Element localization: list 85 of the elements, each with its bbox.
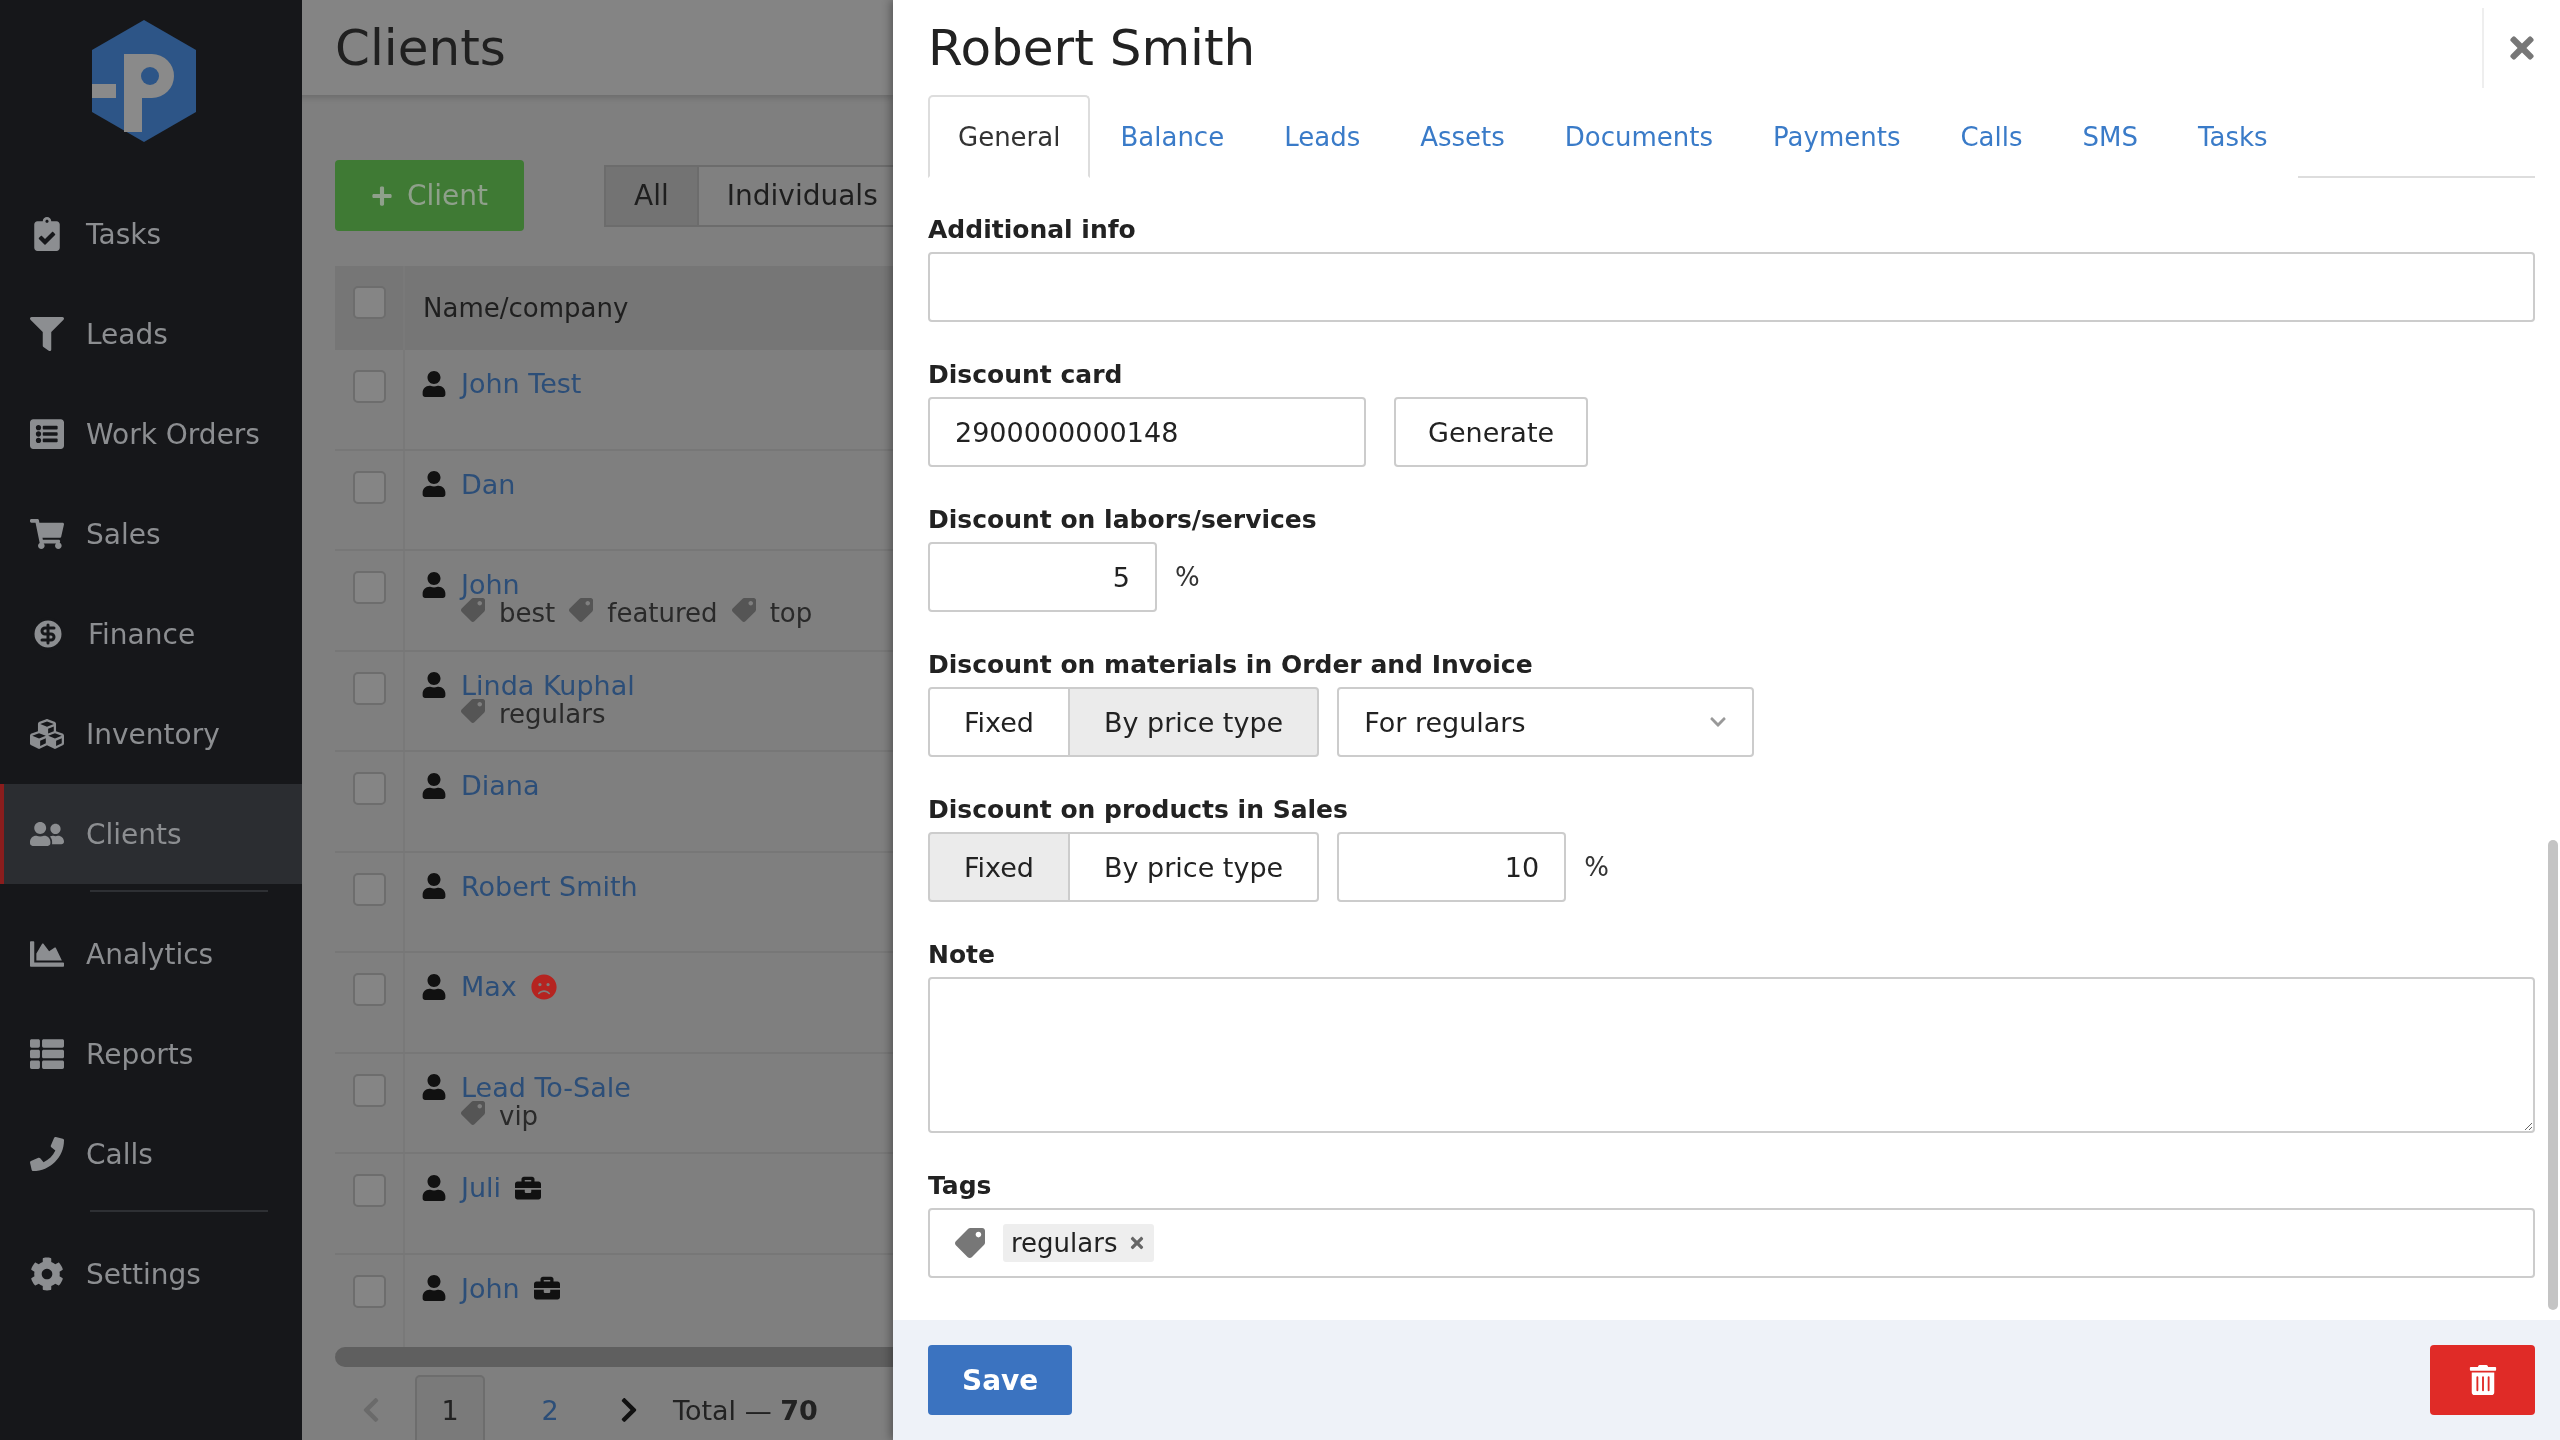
input-field[interactable]: 5 bbox=[928, 542, 1157, 612]
delete-button[interactable] bbox=[2430, 1345, 2535, 1415]
tag-icon bbox=[461, 1100, 485, 1125]
field-label: Tags bbox=[928, 1170, 993, 1202]
sidebar-item[interactable]: Inventory bbox=[0, 684, 302, 784]
sidebar-item[interactable]: Analytics bbox=[0, 904, 302, 1004]
grid-icon bbox=[30, 1037, 64, 1071]
checkbox[interactable] bbox=[352, 973, 386, 1006]
tag-icon bbox=[461, 598, 485, 622]
checkbox[interactable] bbox=[352, 470, 386, 504]
tag-label: featured bbox=[607, 598, 718, 628]
person-icon bbox=[421, 973, 447, 1000]
tag-chip[interactable]: regulars bbox=[1003, 1224, 1154, 1262]
unit-label: % bbox=[1175, 562, 1200, 592]
tag-label: best bbox=[499, 598, 556, 628]
filter-tab[interactable]: All bbox=[604, 164, 699, 227]
note-field[interactable] bbox=[928, 977, 2535, 1133]
person-icon bbox=[421, 1074, 447, 1100]
mode-toggle[interactable]: By price type bbox=[1067, 687, 1320, 757]
page-title: Clients bbox=[335, 18, 506, 77]
list-icon bbox=[30, 417, 64, 451]
tag-icon bbox=[569, 598, 594, 622]
cart-icon bbox=[30, 517, 64, 551]
mode-toggle[interactable]: By price type bbox=[1067, 832, 1320, 902]
select-value: For regulars bbox=[1364, 706, 1526, 738]
checkbox[interactable] bbox=[352, 1073, 386, 1107]
field-label: Discount card bbox=[928, 359, 1124, 391]
field-label: Discount on products in Sales bbox=[928, 794, 1349, 826]
person-icon bbox=[421, 571, 447, 598]
tag-icon bbox=[461, 698, 485, 723]
phone-icon bbox=[30, 1137, 64, 1171]
checkbox[interactable] bbox=[352, 571, 386, 604]
person-icon bbox=[421, 370, 447, 397]
sidebar-item[interactable]: Calls bbox=[0, 1104, 302, 1204]
funnel-icon bbox=[30, 317, 64, 351]
tag-label: top bbox=[769, 598, 813, 628]
sidebar-item[interactable]: Sales bbox=[0, 484, 302, 584]
scrollbar[interactable] bbox=[2548, 840, 2558, 1310]
sidebar-item[interactable]: Work Orders bbox=[0, 384, 302, 484]
column-header: Name/company bbox=[422, 293, 629, 323]
boxes-icon bbox=[30, 717, 64, 751]
total-count: Total — 70 bbox=[673, 1394, 818, 1426]
person-icon bbox=[421, 1174, 447, 1201]
page-button[interactable]: 1 bbox=[415, 1375, 485, 1440]
sidebar-item[interactable]: Finance bbox=[0, 584, 302, 684]
person-icon bbox=[421, 672, 447, 698]
mode-toggle[interactable]: Fixed bbox=[928, 832, 1070, 902]
plus-icon bbox=[371, 184, 393, 207]
checkbox[interactable] bbox=[352, 872, 386, 906]
tags-field[interactable]: regulars bbox=[928, 1208, 2535, 1278]
settings-icon bbox=[30, 1257, 64, 1291]
input-field[interactable]: 10 bbox=[1337, 832, 1567, 902]
person-icon bbox=[421, 873, 447, 899]
save-button[interactable]: Save bbox=[928, 1345, 1073, 1415]
person-icon bbox=[421, 471, 447, 497]
checkbox[interactable] bbox=[352, 370, 386, 403]
checkbox[interactable] bbox=[352, 1174, 386, 1207]
input-field[interactable]: 2900000000148 bbox=[928, 397, 1366, 467]
filter-tab[interactable]: Individuals bbox=[696, 164, 893, 227]
person-icon bbox=[421, 772, 447, 799]
tag-icon bbox=[731, 598, 756, 622]
person-icon bbox=[421, 1275, 447, 1301]
checkbox[interactable] bbox=[352, 1274, 386, 1308]
trash-icon bbox=[2467, 1365, 2498, 1395]
tab[interactable]: General bbox=[928, 95, 1091, 178]
checkbox[interactable] bbox=[352, 671, 386, 705]
tag-label: vip bbox=[499, 1100, 539, 1131]
checkbox[interactable] bbox=[352, 286, 386, 319]
tag-icon bbox=[955, 1228, 985, 1258]
unit-label: % bbox=[1584, 852, 1609, 882]
price-type-select[interactable]: For regulars bbox=[1337, 687, 1755, 757]
field-label: Note bbox=[928, 939, 996, 971]
sidebar-item[interactable]: Settings bbox=[0, 1224, 302, 1324]
checkbox[interactable] bbox=[352, 772, 386, 805]
mode-toggle[interactable]: Fixed bbox=[928, 687, 1070, 757]
input-field[interactable] bbox=[928, 252, 2535, 322]
field-label: Discount on labors/services bbox=[928, 504, 1318, 536]
field-label: Discount on materials in Order and Invoice bbox=[928, 649, 1534, 681]
sidebar-item[interactable]: Leads bbox=[0, 284, 302, 384]
panel-title: Robert Smith bbox=[928, 18, 1256, 77]
sidebar-item[interactable]: Tasks bbox=[0, 184, 302, 284]
field-label: Additional info bbox=[928, 214, 1137, 246]
sidebar-item[interactable]: Reports bbox=[0, 1004, 302, 1104]
sidebar-item[interactable]: Clients bbox=[0, 784, 302, 884]
generate-button[interactable]: Generate bbox=[1394, 397, 1589, 467]
